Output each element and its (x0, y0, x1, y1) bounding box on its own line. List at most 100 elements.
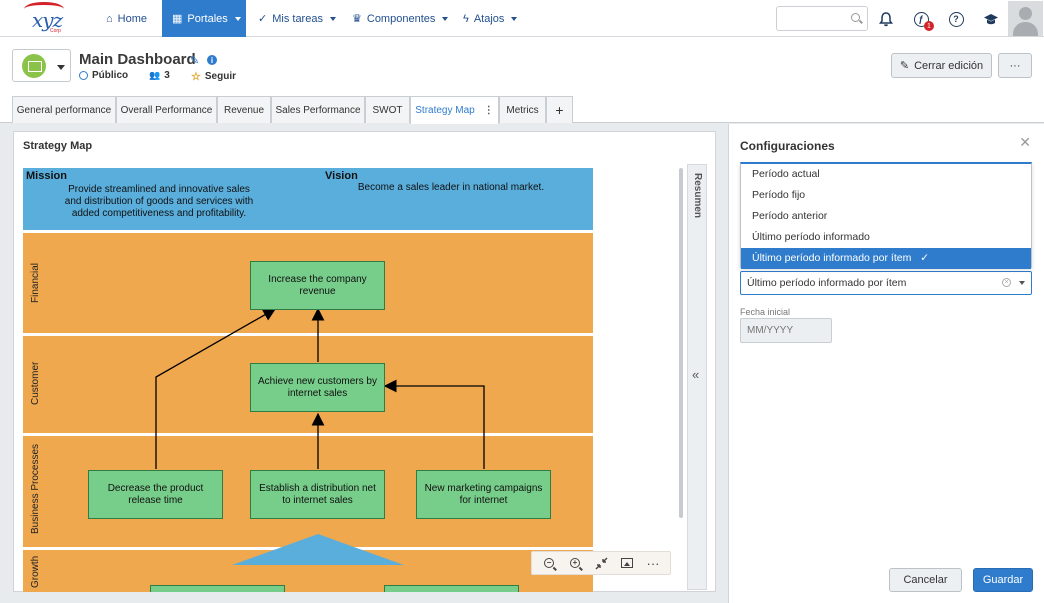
save-button[interactable]: Guardar (973, 568, 1033, 592)
tab-swot[interactable]: SWOT (365, 96, 410, 123)
tab-general-performance[interactable]: General performance (12, 96, 116, 123)
map-toolbar: − + ··· (531, 551, 671, 575)
follow-link[interactable]: ☆ Seguir (191, 70, 236, 83)
period-select[interactable]: Último período informado por ítem × (740, 271, 1032, 295)
kebab-menu-icon[interactable]: ⋮ (484, 105, 494, 116)
option-periodo-actual[interactable]: Período actual (741, 164, 1031, 185)
dashboard-icon-button[interactable] (12, 49, 71, 82)
search-input[interactable] (777, 7, 847, 30)
tab-metrics[interactable]: Metrics (499, 96, 546, 123)
top-navbar: xyz Corp ⌂ Home ▦ Portales ✓ Mis tareas … (0, 0, 1044, 37)
logo-subtext: Corp (50, 28, 61, 34)
mission-text: Provide streamlined and innovative sales… (64, 184, 254, 219)
node-decrease-release-time[interactable]: Decrease the product release time (88, 470, 223, 519)
tab-overall-performance[interactable]: Overall Performance (116, 96, 217, 123)
option-periodo-fijo[interactable]: Período fijo (741, 185, 1031, 206)
help-circle: ? (948, 11, 964, 27)
more-tools-button[interactable]: ··· (643, 553, 663, 573)
nav-mis-tareas[interactable]: ✓ Mis tareas (248, 0, 346, 37)
export-image-button[interactable] (617, 553, 637, 573)
summary-side-tab[interactable]: Resumen « (687, 164, 707, 590)
image-icon (621, 558, 633, 568)
members-count: 3 (164, 70, 170, 81)
lane-label-customer: Customer (30, 361, 41, 405)
user-avatar[interactable] (1008, 1, 1043, 36)
lane-label-growth: Growth (30, 555, 41, 588)
start-date-input[interactable] (740, 318, 832, 343)
nav-home[interactable]: ⌂ Home (96, 0, 157, 37)
option-ultimo-periodo-informado[interactable]: Último período informado (741, 227, 1031, 248)
help-icon[interactable]: ? (946, 9, 966, 29)
notification-badge: 1 (924, 21, 934, 31)
node-marketing-campaigns[interactable]: New marketing campaigns for internet (416, 470, 551, 519)
pencil-icon[interactable]: ✎ (190, 54, 199, 67)
chevron-down-icon (329, 16, 336, 21)
option-selected-label: Último período informado por ítem (752, 252, 912, 264)
search-box (776, 6, 868, 31)
dashboard-icon (22, 54, 46, 78)
period-dropdown-list: Período actual Período fijo Período ante… (740, 162, 1032, 269)
avatar-head (1019, 7, 1032, 20)
tab-strategy-map[interactable]: Strategy Map ⋮ (410, 96, 499, 124)
zoom-out-icon: − (544, 558, 554, 568)
info-icon[interactable]: i (207, 55, 217, 65)
visibility-label: Público (92, 70, 129, 81)
chevron-down-icon (442, 16, 449, 21)
bolt-icon: ϟ (463, 12, 469, 25)
vertical-scrollbar[interactable] (679, 168, 683, 518)
summary-tab-label: Resumen (692, 173, 703, 219)
fit-button[interactable] (591, 553, 611, 573)
portal-icon: ▦ (172, 13, 183, 25)
node-new-customers[interactable]: Achieve new customers by internet sales (250, 363, 385, 412)
zoom-out-button[interactable]: − (539, 553, 559, 573)
approvals-icon[interactable]: ƒ 1 (911, 9, 934, 31)
mission-title: Mission (26, 170, 67, 182)
company-logo[interactable]: xyz Corp (22, 2, 68, 34)
follow-label: Seguir (204, 71, 236, 82)
nav-portales[interactable]: ▦ Portales (162, 0, 246, 37)
close-icon[interactable]: ✕ (1019, 134, 1031, 151)
lane-label-business-processes: Business Processes (30, 443, 41, 534)
lane-label-financial: Financial (30, 262, 41, 303)
strategy-map-panel: Strategy Map Mission Provide streamlined… (13, 131, 716, 592)
ellipsis-icon: ··· (646, 555, 660, 571)
node-growth-left[interactable] (150, 585, 285, 592)
nav-atajos-label: Atajos (473, 12, 505, 25)
add-tab-button[interactable]: + (546, 96, 573, 123)
more-options-button[interactable]: ··· (998, 53, 1032, 78)
node-increase-revenue[interactable]: Increase the company revenue (250, 261, 385, 310)
trophy-icon: ♛ (352, 13, 362, 25)
chevron-down-icon (234, 16, 241, 21)
chevron-down-icon (57, 65, 65, 70)
members-indicator[interactable]: 👥 3 (149, 70, 170, 81)
pencil-icon: ✎ (899, 60, 910, 72)
double-chevron-left-icon[interactable]: « (692, 367, 699, 382)
compress-icon (595, 557, 607, 569)
tab-sales-performance[interactable]: Sales Performance (271, 96, 365, 123)
config-panel: Configuraciones ✕ Período actual Período… (728, 124, 1044, 603)
option-periodo-anterior[interactable]: Período anterior (741, 206, 1031, 227)
node-growth-right[interactable] (384, 585, 519, 592)
chevron-down-icon[interactable] (1019, 281, 1025, 285)
clear-icon[interactable]: × (1002, 278, 1011, 287)
close-edit-label: Cerrar edición (914, 59, 984, 72)
bell-icon[interactable] (876, 9, 896, 29)
mission-vision-band: Mission Provide streamlined and innovati… (23, 168, 593, 233)
nav-atajos[interactable]: ϟ Atajos (453, 0, 527, 37)
tab-revenue[interactable]: Revenue (217, 96, 271, 123)
page-title: Main Dashboard (79, 51, 196, 68)
zoom-in-button[interactable]: + (565, 553, 585, 573)
check-icon: ✓ (920, 252, 930, 264)
search-icon[interactable] (851, 13, 860, 22)
node-distribution-net[interactable]: Establish a distribution net to internet… (250, 470, 385, 519)
tab-strategy-map-label: Strategy Map (415, 105, 475, 116)
nav-home-label: Home (117, 12, 147, 25)
nav-mis-tareas-label: Mis tareas (272, 12, 323, 25)
graduation-cap-icon[interactable] (981, 9, 1001, 29)
star-icon: ☆ (191, 71, 201, 83)
close-edit-button[interactable]: ✎ Cerrar edición (891, 53, 992, 78)
cancel-button[interactable]: Cancelar (889, 568, 962, 592)
nav-componentes[interactable]: ♛ Componentes (342, 0, 458, 37)
vision-text: Become a sales leader in national market… (357, 182, 545, 193)
option-ultimo-periodo-por-item[interactable]: Último período informado por ítem ✓ (741, 248, 1031, 269)
